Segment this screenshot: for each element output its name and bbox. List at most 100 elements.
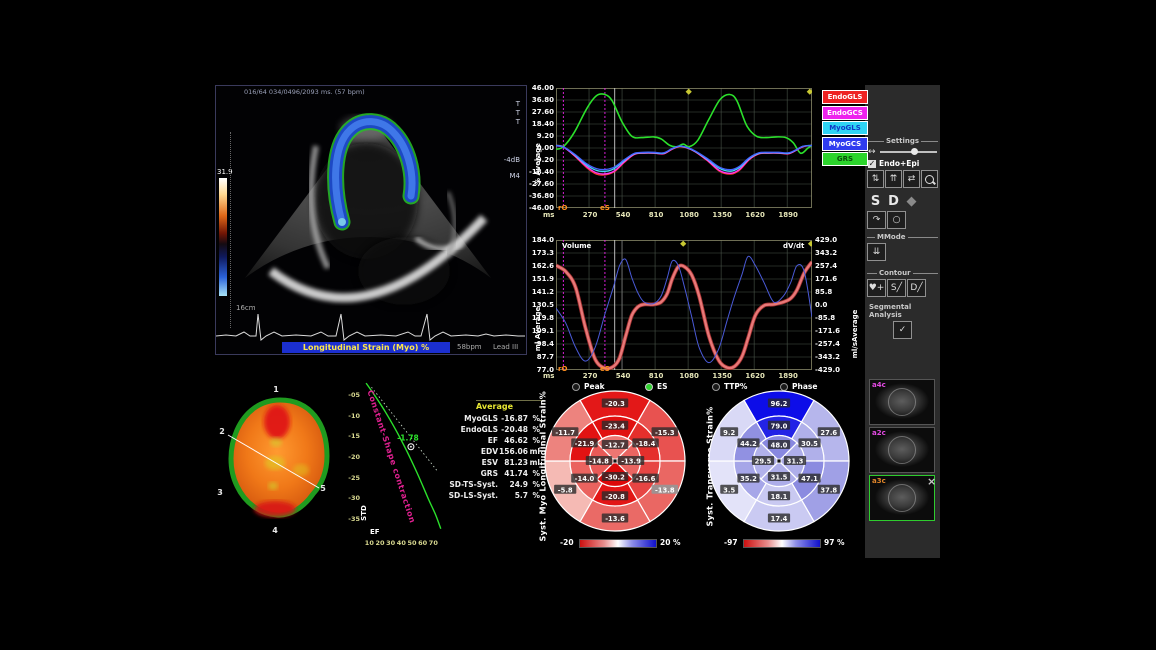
avg-row-value: 156.06 [498, 446, 528, 457]
y-tick-label: -257.4 [815, 340, 840, 348]
ef-tick-label: 40 [396, 539, 406, 547]
bullseye-transverse[interactable]: 96.227.637.817.43.59.279.030.547.118.135… [704, 386, 854, 536]
x-tick-label: 1080 [679, 211, 699, 219]
checkbox-icon[interactable]: ✓ [868, 160, 876, 168]
zoom-icon[interactable] [921, 170, 938, 188]
y-tick-label: 171.6 [815, 275, 837, 283]
segment-value-label: -13.6 [605, 515, 625, 523]
segment-number-label: 3 [217, 488, 223, 497]
slider-thumb[interactable] [911, 148, 918, 155]
mmode-section-header: MMode [867, 233, 938, 241]
std-ef-plot[interactable]: -1.78 Constant-Shape contraction -05-10-… [348, 375, 464, 575]
y-tick-label: 343.2 [815, 249, 837, 257]
endo-epi-checkbox[interactable]: ✓ Endo+Epi [868, 159, 937, 168]
x-tick-label: 1350 [712, 211, 732, 219]
std-tick-label: -20 [348, 453, 360, 461]
y-tick-label: 9.20 [537, 132, 554, 140]
ef-axis: 10203040506070 [348, 539, 464, 549]
segment-value-label: 17.4 [771, 515, 788, 523]
lv-shape-model[interactable]: 12345 [215, 378, 345, 543]
y-tick-label: -343.2 [815, 353, 840, 361]
view-label: a4c [872, 381, 886, 389]
settings-section-header: Settings [867, 137, 938, 145]
volume-badge[interactable]: Volume [558, 241, 595, 251]
x-tick-label: 1080 [679, 372, 699, 380]
segment-value-label: 31.3 [787, 458, 804, 466]
segment-value-label: 48.0 [771, 442, 788, 450]
scale-bars-icon[interactable]: ⇅ [867, 170, 884, 188]
legend-grs[interactable]: GRS [822, 152, 868, 166]
thumbnail-a4c[interactable]: a4c [869, 379, 935, 425]
ts-color-scale [743, 539, 821, 548]
segment-value-label: 27.6 [820, 429, 837, 437]
ultrasound-panel[interactable]: 016/64 034/0496/2093 ms. (57 bpm) [215, 85, 527, 355]
diastole-letter[interactable]: D [885, 194, 902, 209]
magnifier-glyph [925, 175, 934, 184]
ecg-lead: Lead III [493, 343, 518, 351]
ellipse-tool-icon[interactable]: ○ [887, 211, 906, 229]
y-tick-label: 173.3 [532, 249, 554, 257]
legend-myogcs[interactable]: MyoGCS [822, 137, 868, 151]
strain-chart[interactable] [556, 88, 812, 208]
x-tick-label: 1890 [778, 211, 798, 219]
avg-row-value: 46.62 [498, 435, 528, 446]
segment-value-label: 79.0 [771, 422, 788, 430]
diamond-icon[interactable]: ◆ [903, 194, 920, 209]
volume-chart[interactable] [556, 240, 812, 370]
resize-arrows-icon: ↔ [868, 147, 876, 157]
x-tick-label: 270 [580, 372, 600, 380]
scale-up-icon[interactable]: ⇈ [885, 170, 902, 188]
systole-letter[interactable]: S [867, 194, 884, 209]
contour-heart-icon[interactable]: ♥+ [867, 279, 886, 297]
bullseye-longitudinal[interactable]: -20.3-15.3-13.8-13.6-5.8-11.7-23.4-18.4-… [540, 386, 690, 536]
avg-row-label: SD-LS-Syst. [448, 490, 498, 501]
average-row: SD-TS-Syst.24.9% [448, 479, 544, 490]
slider-track[interactable] [880, 151, 937, 153]
mmode-icon[interactable]: ⇊ [867, 243, 886, 261]
y-tick-label: -171.6 [815, 327, 840, 335]
contour-systole-icon[interactable]: S╱ [887, 279, 906, 297]
y-tick-label: 87.7 [537, 353, 554, 361]
rotate-contour-icon[interactable]: ↷ [867, 211, 886, 229]
close-icon[interactable]: × [927, 475, 936, 488]
average-row: SD-LS-Syst.5.7% [448, 490, 544, 501]
segment-value-label: 18.1 [771, 493, 788, 501]
segment-value-label: -14.8 [589, 458, 609, 466]
legend-endogls[interactable]: EndoGLS [822, 90, 868, 104]
tgc-marker: T [516, 109, 520, 117]
y-tick-label: 151.9 [532, 275, 554, 283]
segmental-check-icon[interactable]: ✓ [893, 321, 912, 339]
avg-row-label: SD-TS-Syst. [448, 479, 498, 490]
segment-value-label: -5.8 [558, 486, 573, 494]
y-tick-label: 27.60 [532, 108, 554, 116]
segment-value-label: 31.5 [771, 474, 788, 482]
y-tick-label: -9.20 [534, 156, 554, 164]
r-onset-marker-label: rO [558, 204, 567, 212]
x-tick-label: 810 [646, 211, 666, 219]
tool-panel: Settings ↔ ✓ Endo+Epi ⇅⇈⇄ SD◆ ↷○ MMode ⇊… [865, 85, 940, 558]
avg-row-label: ESV [448, 457, 498, 468]
view-title: Longitudinal Strain (Myo) % [282, 342, 450, 353]
scale-max: 97 % [824, 538, 845, 547]
std-tick-label: -05 [348, 391, 360, 399]
x-tick-label: 270 [580, 211, 600, 219]
legend-myogls[interactable]: MyoGLS [822, 121, 868, 135]
dvdt-badge[interactable]: dV/dt [779, 241, 808, 251]
segment-value-label: -16.6 [636, 475, 656, 483]
thumbnail-a2c[interactable]: a2c [869, 427, 935, 473]
mode-label: M4 [510, 172, 521, 180]
fit-range-icon[interactable]: ⇄ [903, 170, 920, 188]
y-tick-label: -429.0 [815, 366, 840, 374]
segment-value-label: -30.2 [605, 474, 625, 482]
ultrasound-image[interactable] [216, 86, 526, 354]
thumbnail-a3c[interactable]: a3c [869, 475, 935, 521]
ef-tick-label: 10 [364, 539, 374, 547]
y-tick-label: 85.8 [815, 288, 832, 296]
segment-value-label: -18.4 [636, 440, 656, 448]
opacity-slider[interactable]: ↔ [868, 147, 937, 157]
contour-diastole-icon[interactable]: D╱ [907, 279, 926, 297]
end-systole-marker-label: eS [600, 204, 610, 212]
legend-endogcs[interactable]: EndoGCS [822, 106, 868, 120]
segment-number-label: 2 [219, 427, 225, 436]
segment-value-label: 96.2 [771, 400, 788, 408]
